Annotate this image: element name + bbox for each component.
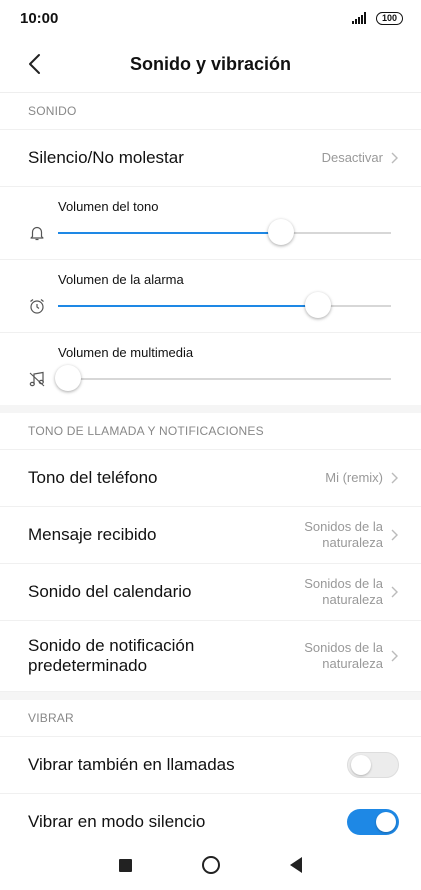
status-icons: 100 (351, 11, 403, 25)
alarm-clock-icon (30, 299, 44, 314)
vibrar-llamadas-toggle[interactable] (347, 752, 399, 778)
value-line-1: Sonidos de la (304, 519, 383, 534)
music-note-icon (29, 371, 45, 387)
section-label-tonos: TONO DE LLAMADA Y NOTIFICACIONES (0, 413, 421, 450)
volume-row-alarma: Volumen de la alarma (0, 260, 421, 333)
sonido-notificacion-value-group: Sonidos de la naturaleza (304, 640, 399, 672)
tono-telefono-value: Mi (remix) (325, 470, 383, 485)
signal-icon (351, 12, 366, 24)
chevron-right-icon (391, 152, 398, 164)
sonido-notificacion-value: Sonidos de la naturaleza (304, 640, 383, 672)
silencio-row[interactable]: Silencio/No molestar Desactivar (0, 130, 421, 187)
sonido-notificacion-row[interactable]: Sonido de notificación predeterminado Son… (0, 621, 421, 692)
sonido-calendario-label: Sonido del calendario (28, 582, 192, 601)
silencio-label: Silencio/No molestar (28, 148, 184, 167)
volume-thumb-tono[interactable] (268, 219, 295, 245)
sonido-calendario-value-group: Sonidos de la naturaleza (304, 576, 399, 608)
mensaje-recibido-value: Sonidos de la naturaleza (304, 519, 383, 551)
sonido-notificacion-label: Sonido de notificación predeterminado (28, 636, 194, 676)
back-button[interactable] (290, 857, 302, 873)
volume-slider-multimedia[interactable] (54, 365, 391, 391)
volume-label-alarma: Volumen de la alarma (58, 272, 184, 287)
volume-thumb-multimedia[interactable] (54, 365, 81, 391)
volume-label-tono: Volumen del tono (58, 199, 159, 214)
mensaje-recibido-value-group: Sonidos de la naturaleza (304, 519, 399, 551)
status-bar: 10:00 100 (0, 0, 421, 36)
status-time: 10:00 (20, 9, 59, 27)
mensaje-recibido-row[interactable]: Mensaje recibido Sonidos de la naturaleza (0, 507, 421, 564)
silencio-value: Desactivar (321, 150, 383, 165)
section-divider (0, 692, 421, 700)
app-header: Sonido y vibración (0, 36, 421, 93)
vibrar-silencio-label: Vibrar en modo silencio (28, 812, 206, 831)
chevron-right-icon (391, 586, 398, 598)
sonido-calendario-value: Sonidos de la naturaleza (304, 576, 383, 608)
volume-label-multimedia: Volumen de multimedia (58, 345, 194, 360)
value-line-1: Sonidos de la (304, 576, 383, 591)
value-line-1: Sonidos de la (304, 640, 383, 655)
label-line-2: predeterminado (28, 656, 148, 675)
volume-slider-tono[interactable] (58, 219, 391, 245)
volume-row-multimedia: Volumen de multimedia (0, 333, 421, 405)
tono-telefono-label: Tono del teléfono (28, 468, 158, 487)
recent-apps-button[interactable] (119, 858, 132, 872)
mensaje-recibido-label: Mensaje recibido (28, 525, 157, 544)
volume-fill-tono (58, 232, 282, 234)
vibrar-llamadas-label: Vibrar también en llamadas (28, 755, 235, 774)
tono-telefono-row[interactable]: Tono del teléfono Mi (remix) (0, 450, 421, 507)
toggle-knob (351, 755, 371, 775)
page-title: Sonido y vibración (129, 53, 292, 74)
volume-row-tono: Volumen del tono (0, 187, 421, 260)
sonido-calendario-row[interactable]: Sonido del calendario Sonidos de la natur… (0, 564, 421, 621)
vibrar-silencio-toggle[interactable] (347, 809, 399, 835)
tono-telefono-value-group: Mi (remix) (325, 470, 399, 486)
vibrar-llamadas-row: Vibrar también en llamadas (0, 737, 421, 794)
volume-thumb-alarma[interactable] (304, 292, 331, 318)
value-line-2: naturaleza (322, 592, 383, 607)
volume-slider-alarma[interactable] (58, 292, 391, 318)
label-line-1: Sonido de notificación (28, 636, 195, 655)
home-button[interactable] (202, 856, 220, 874)
silencio-value-group: Desactivar (322, 150, 399, 166)
section-label-sonido: SONIDO (0, 93, 421, 130)
value-line-2: naturaleza (322, 535, 383, 550)
chevron-right-icon (391, 529, 398, 541)
chevron-right-icon (391, 650, 398, 662)
bell-icon (30, 226, 44, 241)
value-line-2: naturaleza (322, 656, 383, 671)
toggle-knob (376, 812, 396, 832)
navigation-bar (0, 840, 421, 890)
battery-icon: 100 (375, 11, 403, 25)
back-arrow-icon[interactable] (24, 50, 48, 78)
chevron-right-icon (391, 472, 398, 484)
volume-fill-alarma (58, 305, 318, 307)
section-label-vibrar: VIBRAR (0, 700, 421, 737)
section-divider (0, 405, 421, 413)
